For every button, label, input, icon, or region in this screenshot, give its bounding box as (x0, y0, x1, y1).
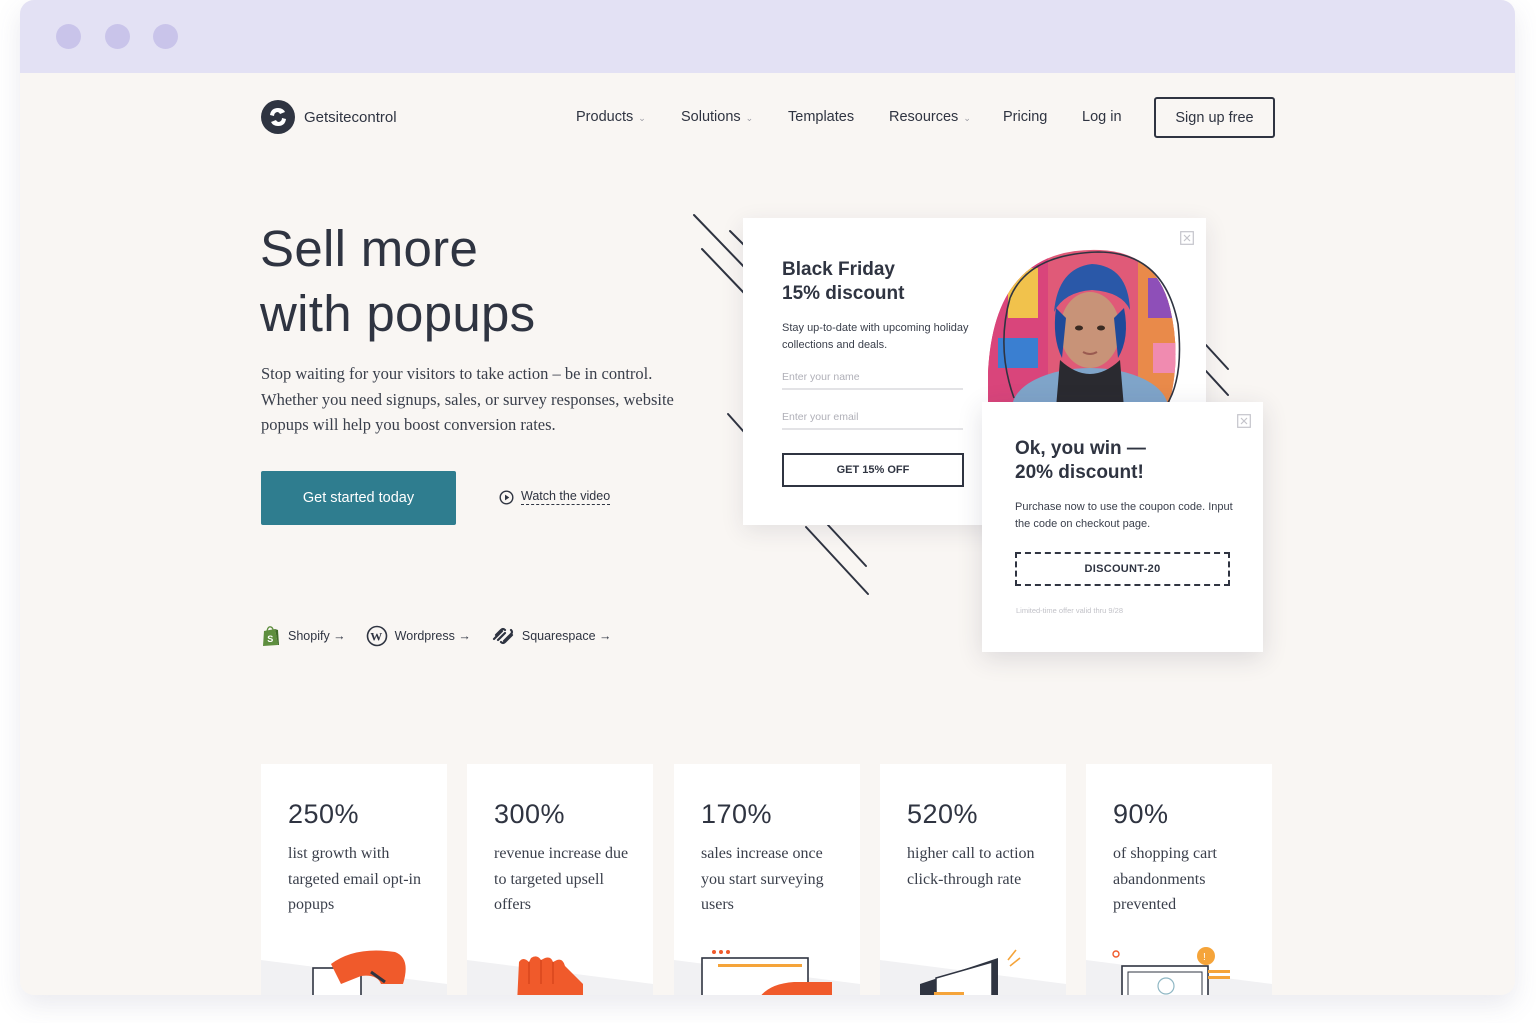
survey-illustration (674, 950, 860, 995)
coupon-code[interactable]: DISCOUNT-20 (1015, 552, 1230, 586)
close-icon[interactable] (1180, 231, 1194, 245)
popup-description: Stay up-to-date with upcoming holiday co… (782, 322, 969, 351)
nav-label: Templates (788, 109, 855, 125)
stat-card: 300% revenue increase due to targeted up… (467, 764, 653, 995)
woman-portrait-image (988, 249, 1181, 408)
integrations-list: S Shopify → W Wordpress → Squarespace → (261, 625, 632, 647)
nav-resources[interactable]: Resources ⌄ (889, 109, 971, 125)
email-input[interactable] (782, 406, 963, 430)
hero-title-line: with popups (260, 285, 536, 342)
signup-button[interactable]: Sign up free (1154, 97, 1275, 138)
window-dot[interactable] (56, 24, 81, 49)
integration-label: Shopify → (288, 629, 346, 643)
hands-illustration (467, 956, 653, 995)
chevron-down-icon: ⌄ (963, 112, 971, 123)
nav-templates[interactable]: Templates (788, 109, 854, 125)
megaphone-illustration (880, 949, 1066, 995)
squarespace-icon (492, 627, 513, 645)
hero-title: Sell more with popups (260, 216, 535, 346)
nav-label: Products (576, 109, 634, 125)
stat-description: of shopping cart abandonments prevented (1113, 845, 1217, 913)
stat-value: 520% (907, 799, 979, 829)
get-discount-button[interactable]: GET 15% OFF (782, 453, 964, 487)
popup-description: Purchase now to use the coupon code. Inp… (1015, 501, 1233, 530)
popup-title-line: 20% discount! (1015, 462, 1144, 483)
nav-pricing[interactable]: Pricing (1003, 109, 1047, 125)
integration-label: Wordpress → (394, 629, 471, 643)
stat-value: 170% (701, 799, 773, 829)
get-started-button[interactable]: Get started today (261, 471, 456, 525)
watch-video-link[interactable]: Watch the video (499, 489, 611, 505)
browser-window: Getsitecontrol Products ⌄ Solutions ⌄ Temp… (20, 0, 1515, 995)
integration-wordpress[interactable]: W Wordpress → (366, 625, 471, 647)
stat-value: 90% (1113, 799, 1169, 829)
stat-description: list growth with targeted email opt-in p… (288, 845, 421, 913)
svg-text:W: W (370, 629, 382, 643)
popup-title-line: 15% discount (782, 283, 905, 304)
fine-print: Limited-time offer valid thru 9/28 (1016, 606, 1123, 615)
close-icon[interactable] (1237, 414, 1251, 428)
popup-title-line: Ok, you win — (1015, 438, 1146, 459)
stat-description: revenue increase due to targeted upsell … (494, 845, 629, 913)
play-icon (499, 489, 514, 505)
brand-name: Getsitecontrol (304, 108, 397, 126)
svg-text:S: S (267, 634, 273, 644)
nav-products[interactable]: Products ⌄ (576, 109, 646, 125)
hero-subtitle: Stop waiting for your visitors to take a… (261, 364, 674, 434)
stat-description: higher call to action click-through rate (907, 845, 1035, 888)
form-hand-illustration (261, 950, 447, 995)
wordpress-icon: W (366, 625, 387, 647)
chevron-down-icon: ⌄ (745, 112, 754, 123)
integration-squarespace[interactable]: Squarespace → (491, 626, 612, 646)
watch-video-label: Watch the video (521, 489, 611, 505)
stat-value: 300% (494, 799, 566, 829)
hero-title-line: Sell more (260, 220, 479, 277)
nav-label: Solutions (681, 109, 741, 125)
name-input[interactable] (782, 366, 963, 390)
popup-title: Ok, you win — 20% discount! (1015, 437, 1146, 485)
nav-label: Log in (1082, 109, 1122, 125)
integration-shopify[interactable]: S Shopify → (261, 625, 346, 647)
popup-title-line: Black Friday (782, 259, 895, 280)
chevron-down-icon: ⌄ (638, 112, 646, 123)
window-titlebar (20, 0, 1515, 73)
stat-value: 250% (288, 799, 360, 829)
cart-coin-illustration: ! (1086, 947, 1272, 995)
landing-page: Getsitecontrol Products ⌄ Solutions ⌄ Temp… (20, 73, 1515, 995)
window-dot[interactable] (105, 24, 130, 49)
discount-win-popup: Ok, you win — 20% discount! Purchase now… (982, 402, 1263, 652)
nav-solutions[interactable]: Solutions ⌄ (681, 109, 753, 125)
nav-label: Resources (889, 109, 959, 125)
nav-login[interactable]: Log in (1082, 109, 1122, 125)
integration-label: Squarespace → (521, 629, 612, 643)
nav-label: Pricing (1003, 109, 1048, 125)
brand-logo[interactable]: Getsitecontrol (261, 100, 397, 134)
svg-text:!: ! (1203, 952, 1206, 963)
window-dot[interactable] (153, 24, 178, 49)
shopify-icon: S (263, 626, 279, 646)
popup-title: Black Friday 15% discount (782, 258, 904, 306)
stat-description: sales increase once you start surveying … (701, 845, 824, 913)
stat-card: 520% higher call to action click-through… (880, 764, 1066, 995)
stat-card: 90% of shopping cart abandonments preven… (1086, 764, 1272, 995)
stat-card: 250% list growth with targeted email opt… (261, 764, 447, 995)
logo-icon (261, 100, 295, 134)
stat-card: 170% sales increase once you start surve… (674, 764, 860, 995)
